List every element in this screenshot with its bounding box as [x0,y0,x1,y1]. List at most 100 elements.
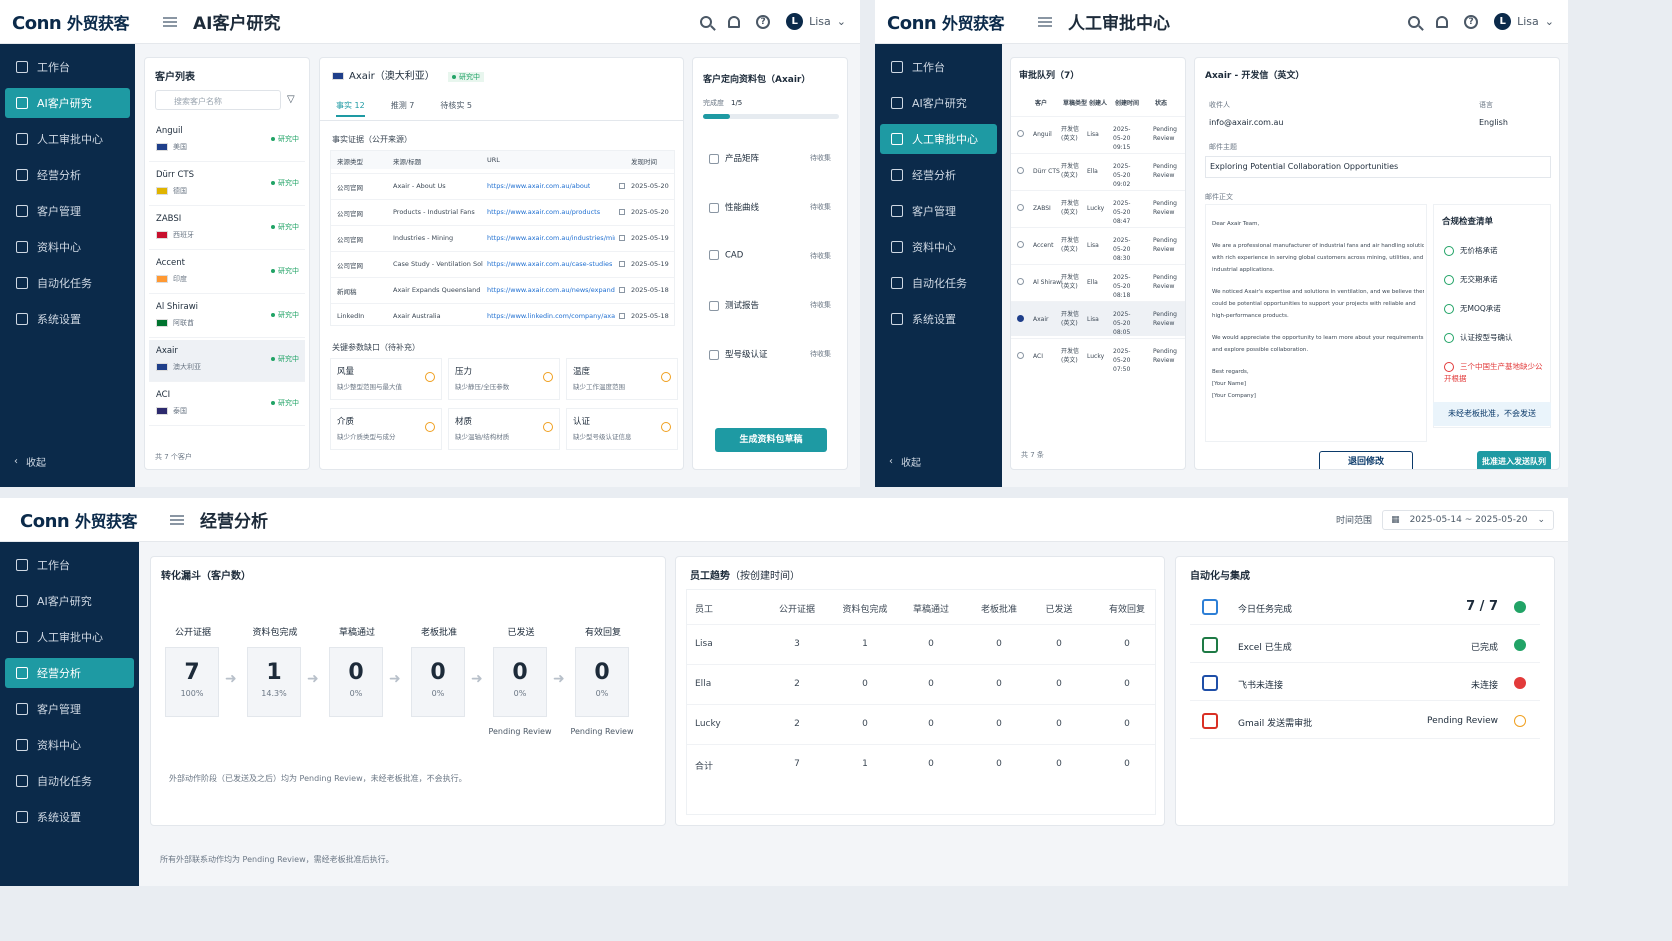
nav-item[interactable]: 人工审批中心 [5,124,130,154]
generate-button[interactable]: 生成资料包草稿 [715,428,827,452]
external-link-icon[interactable] [619,261,625,267]
checkbox[interactable] [709,300,719,311]
gap-item[interactable]: 压力 缺少静压/全压参数 [448,358,560,400]
nav-item[interactable]: 经营分析 [880,160,997,190]
table-row[interactable]: Anguil 开发信(英文) Lisa 2025-05-20 09:15 Pending… [1011,116,1185,151]
automation-item[interactable]: 今日任务完成 7 / 7 [1190,589,1540,625]
nav-item[interactable]: 经营分析 [5,160,130,190]
customer-list-item[interactable]: Al Shirawi 阿联酋 研究中 [149,296,305,338]
table-row[interactable]: Lisa 3 1 0 0 0 0 [687,624,1155,664]
customer-list-item[interactable]: ZABSI 西班牙 研究中 [149,208,305,250]
table-row[interactable]: 合计 7 1 0 0 0 0 [687,744,1155,784]
to-field[interactable]: info@axair.com.au [1209,118,1283,127]
help-icon[interactable]: ? [1464,14,1479,29]
nav-item[interactable]: 工作台 [5,550,134,580]
collapse-button[interactable]: ‹ 收起 [889,454,921,469]
language-field[interactable]: English [1479,118,1508,127]
reject-button[interactable]: 退回修改 [1319,451,1413,469]
radio[interactable] [1017,167,1024,174]
pack-item[interactable]: 测试报告 待收集 [709,299,837,311]
nav-item[interactable]: AI客户研究 [880,88,997,118]
tab-verify[interactable]: 待核实 5 [440,100,472,117]
table-row[interactable]: Dürr CTS 开发信(英文) Ella 2025-05-20 09:02 Pendi… [1011,153,1185,188]
table-row[interactable]: 公司官网 Axair - About Us https://www.axair.co… [331,173,674,197]
table-row[interactable]: Accent 开发信(英文) Lisa 2025-05-20 08:30 Pending… [1011,227,1185,262]
table-row[interactable]: Ella 2 0 0 0 0 0 [687,664,1155,704]
checkbox[interactable] [709,153,719,164]
logo[interactable]: Conn 外贸获客 [875,10,1018,34]
nav-item[interactable]: 资料中心 [5,232,130,262]
external-link-icon[interactable] [619,209,625,215]
external-link-icon[interactable] [619,287,625,293]
collapse-button[interactable]: ‹ 收起 [14,454,46,469]
customer-list-item[interactable]: Anguil 美国 研究中 [149,120,305,162]
tab-guess[interactable]: 推测 7 [391,100,415,117]
funnel-stage[interactable]: 0 0% [329,647,383,717]
gap-item[interactable]: 介质 缺少介质类型与成分 [330,408,442,450]
user-menu[interactable]: L Lisa ⌄ [786,13,846,30]
nav-item[interactable]: 客户管理 [5,694,134,724]
external-link-icon[interactable] [619,235,625,241]
gap-item[interactable]: 材质 缺少温轴/结构材质 [448,408,560,450]
logo[interactable]: Conn 外贸获客 [0,508,150,532]
nav-item[interactable]: 工作台 [880,52,997,82]
nav-item[interactable]: 工作台 [5,52,130,82]
filter-icon[interactable]: ▽ [287,94,295,105]
funnel-stage[interactable]: 7 100% [165,647,219,717]
automation-item[interactable]: Gmail 发送需审批 Pending Review [1190,703,1540,739]
table-row[interactable]: Lucky 2 0 0 0 0 0 [687,704,1155,744]
table-row[interactable]: Axair 开发信(英文) Lisa 2025-05-20 08:05 Pending … [1011,301,1185,336]
nav-item[interactable]: 系统设置 [5,304,130,334]
table-row[interactable]: ACI 开发信(英文) Lucky 2025-05-20 07:50 Pending R… [1011,338,1185,373]
search-icon[interactable] [1408,15,1421,28]
radio[interactable] [1017,204,1024,211]
nav-item[interactable]: 自动化任务 [5,766,134,796]
bell-icon[interactable] [728,15,741,28]
nav-item[interactable]: 资料中心 [5,730,134,760]
pack-item[interactable]: 产品矩阵 待收集 [709,152,837,164]
nav-item-active[interactable]: 人工审批中心 [880,124,997,154]
automation-item[interactable]: Excel 已生成 已完成 [1190,627,1540,663]
nav-item[interactable]: 系统设置 [880,304,997,334]
external-link-icon[interactable] [619,313,625,319]
table-row[interactable]: 公司官网Case Study - Ventilation Solutionhtt… [331,251,674,275]
search-input[interactable]: 搜索客户名称 [155,90,281,110]
tab-facts[interactable]: 事实 12 [336,100,365,117]
gap-item[interactable]: 风量 缺少整型范围与最大值 [330,358,442,400]
funnel-stage[interactable]: 1 14.3% [247,647,301,717]
radio[interactable] [1017,278,1024,285]
customer-list-item[interactable]: ACI 泰国 研究中 [149,384,305,426]
table-row[interactable]: ZABSI 开发信(英文) Lucky 2025-05-20 08:47 Pending… [1011,190,1185,225]
table-row[interactable]: 公司官网 Industries - Mining https://www.axair… [331,225,674,249]
bell-icon[interactable] [1436,15,1449,28]
checkbox[interactable] [709,202,719,213]
funnel-stage[interactable]: 0 0% [411,647,465,717]
customer-list-item[interactable]: Accent 印度 研究中 [149,252,305,294]
nav-item[interactable]: 自动化任务 [5,268,130,298]
menu-icon[interactable] [170,514,184,525]
pack-item[interactable]: CAD 待收集 [709,250,837,261]
customer-list-item[interactable]: Dürr CTS 德国 研究中 [149,164,305,206]
user-menu[interactable]: L Lisa ⌄ [1494,13,1554,30]
nav-item[interactable]: 人工审批中心 [5,622,134,652]
date-range-picker[interactable]: ▦ 2025-05-14 ~ 2025-05-20 ⌄ [1382,509,1554,530]
nav-item[interactable]: AI客户研究 [5,586,134,616]
pack-item[interactable]: 性能曲线 待收集 [709,201,837,213]
gap-item[interactable]: 认证 缺少型号级认证信息 [566,408,678,450]
radio[interactable] [1017,130,1024,137]
logo[interactable]: Conn 外贸获客 [0,10,143,34]
radio[interactable] [1017,352,1024,359]
mail-body[interactable]: Dear Axair Team, We are a professional ma… [1205,204,1427,442]
menu-icon[interactable] [1038,16,1052,27]
checkbox[interactable] [709,349,719,360]
funnel-stage[interactable]: 0 0% [575,647,629,717]
external-link-icon[interactable] [619,183,625,189]
approve-button[interactable]: 批准进入发送队列 [1477,451,1551,469]
nav-item[interactable]: 资料中心 [880,232,997,262]
gap-item[interactable]: 温度 缺少工作温度范围 [566,358,678,400]
subject-field[interactable]: Exploring Potential Collaboration Opport… [1205,156,1551,178]
table-row[interactable]: Al Shirawi 开发信(英文) Ella 2025-05-20 08:18 Pen… [1011,264,1185,299]
nav-item[interactable]: 系统设置 [5,802,134,832]
automation-item[interactable]: 飞书未连接 未连接 [1190,665,1540,701]
pack-item[interactable]: 型号级认证 待收集 [709,348,837,360]
